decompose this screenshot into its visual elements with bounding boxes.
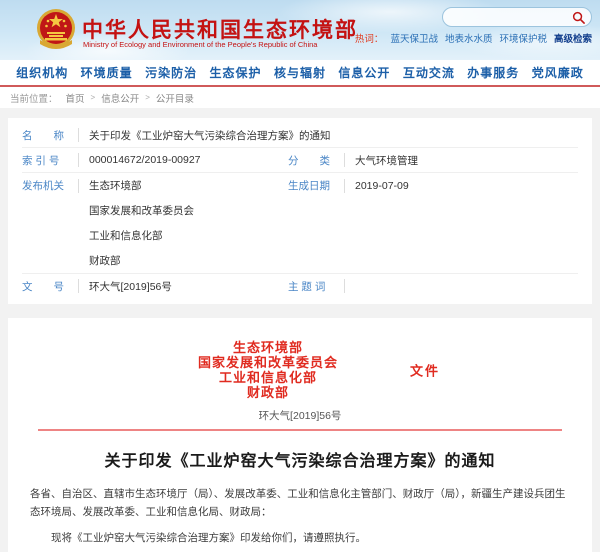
divider: [78, 153, 79, 167]
letterhead-divider: [38, 429, 562, 431]
nav-item-eco-protection[interactable]: 生态保护: [210, 64, 262, 81]
document-title: 关于印发《工业炉窑大气污染综合治理方案》的通知: [30, 447, 570, 471]
meta-label-category: 分 类: [288, 153, 338, 168]
meta-label-index: 索 引 号: [22, 153, 72, 168]
meta-row-name: 名 称 关于印发《工业炉窑大气污染综合治理方案》的通知: [22, 123, 578, 148]
hot-link-surface-water[interactable]: 地表水水质: [445, 31, 493, 45]
meta-pair-docno: 文 号 环大气[2019]56号: [22, 279, 288, 294]
document-letterhead: 生态环境部 国家发展和改革委员会 工业和信息化部 财政部 文件: [30, 340, 570, 400]
hot-link-env-tax[interactable]: 环境保护税: [499, 31, 547, 45]
meta-value-issuer-1: 生态环境部: [89, 178, 142, 193]
meta-row-issuer-cont: 国家发展和改革委员会: [22, 198, 578, 223]
nav-item-env-quality[interactable]: 环境质量: [81, 64, 133, 81]
meta-value-name: 关于印发《工业炉窑大气污染综合治理方案》的通知: [89, 128, 331, 143]
site-header: 中华人民共和国生态环境部 Ministry of Ecology and Env…: [0, 0, 600, 60]
document-content: 生态环境部 国家发展和改革委员会 工业和信息化部 财政部 文件 环大气[2019…: [8, 318, 592, 552]
document-type-label: 文件: [410, 361, 440, 380]
breadcrumb-info-disclosure[interactable]: 信息公开: [101, 91, 139, 105]
letterhead-agencies: 生态环境部 国家发展和改革委员会 工业和信息化部 财政部: [30, 340, 570, 400]
divider: [344, 153, 345, 167]
breadcrumb-separator: >: [145, 93, 150, 102]
hot-link-blue-sky[interactable]: 蓝天保卫战: [390, 31, 438, 45]
divider: [78, 179, 79, 193]
meta-pair-category: 分 类 大气环境管理: [288, 153, 578, 168]
nav-item-nuclear-radiation[interactable]: 核与辐射: [274, 64, 326, 81]
divider: [344, 279, 345, 293]
breadcrumb-separator: >: [91, 93, 96, 102]
meta-row-index: 索 引 号 000014672/2019-00927 分 类 大气环境管理: [22, 148, 578, 173]
document-number: 环大气[2019]56号: [30, 408, 570, 423]
meta-label-subject: 主 题 词: [288, 279, 338, 294]
national-emblem-icon: [36, 6, 76, 52]
meta-value-issuer-2: 国家发展和改革委员会: [89, 203, 194, 218]
search-icon[interactable]: [572, 11, 585, 24]
meta-row-issuer-cont: 工业和信息化部: [22, 223, 578, 248]
breadcrumb-prefix: 当前位置：: [10, 91, 58, 105]
divider: [78, 279, 79, 293]
search-box[interactable]: [442, 7, 592, 27]
site-subtitle: Ministry of Ecology and Environment of t…: [83, 40, 317, 49]
meta-label-date: 生成日期: [288, 178, 338, 193]
nav-item-pollution-control[interactable]: 污染防治: [145, 64, 197, 81]
meta-value-issuer-3: 工业和信息化部: [89, 228, 163, 243]
meta-pair-subject: 主 题 词: [288, 279, 578, 294]
advanced-search-link[interactable]: 高级检索: [554, 31, 592, 45]
meta-row-issuer-cont: 财政部: [22, 248, 578, 273]
meta-row-issuer: 发布机关 生态环境部 生成日期 2019-07-09: [22, 173, 578, 198]
document-body: 各省、自治区、直辖市生态环境厅（局）、发展改革委、工业和信息化主管部门、财政厅（…: [30, 485, 570, 552]
meta-label-name: 名 称: [22, 128, 72, 143]
meta-value-category: 大气环境管理: [355, 153, 418, 168]
meta-label-docno: 文 号: [22, 279, 72, 294]
agency-name: 生态环境部: [30, 340, 506, 355]
document-meta-table: 名 称 关于印发《工业炉窑大气污染综合治理方案》的通知 索 引 号 000014…: [8, 118, 592, 304]
nav-item-services[interactable]: 办事服务: [467, 64, 519, 81]
search-input[interactable]: [453, 12, 572, 23]
agency-name: 财政部: [30, 385, 506, 400]
nav-item-organization[interactable]: 组织机构: [16, 64, 68, 81]
meta-value-issuer-4: 财政部: [89, 253, 121, 268]
divider: [78, 128, 79, 142]
breadcrumb-public-catalog[interactable]: 公开目录: [156, 91, 194, 105]
breadcrumb-home[interactable]: 首页: [66, 91, 85, 105]
meta-value-docno: 环大气[2019]56号: [89, 279, 172, 294]
meta-row-docno: 文 号 环大气[2019]56号 主 题 词: [22, 273, 578, 298]
meta-value-date: 2019-07-09: [355, 180, 409, 192]
hot-words-label: 热词：: [355, 31, 384, 45]
meta-label-issuer: 发布机关: [22, 178, 72, 193]
hot-words-bar: 热词： 蓝天保卫战 地表水水质 环境保护税 高级检索: [355, 31, 592, 45]
meta-pair-issuer: 发布机关 生态环境部: [22, 178, 288, 193]
meta-value-index: 000014672/2019-00927: [89, 154, 201, 166]
nav-item-party-conduct[interactable]: 党风廉政: [532, 64, 584, 81]
meta-pair-index: 索 引 号 000014672/2019-00927: [22, 153, 288, 168]
nav-item-info-disclosure[interactable]: 信息公开: [338, 64, 390, 81]
meta-pair-date: 生成日期 2019-07-09: [288, 178, 578, 193]
body-paragraph: 现将《工业炉窑大气污染综合治理方案》印发给你们，请遵照执行。: [30, 529, 570, 547]
breadcrumb: 当前位置： 首页 > 信息公开 > 公开目录: [0, 87, 600, 108]
salutation-paragraph: 各省、自治区、直辖市生态环境厅（局）、发展改革委、工业和信息化主管部门、财政厅（…: [30, 485, 570, 521]
nav-item-interaction[interactable]: 互动交流: [403, 64, 455, 81]
main-nav: 组织机构 环境质量 污染防治 生态保护 核与辐射 信息公开 互动交流 办事服务 …: [0, 60, 600, 87]
divider: [344, 179, 345, 193]
